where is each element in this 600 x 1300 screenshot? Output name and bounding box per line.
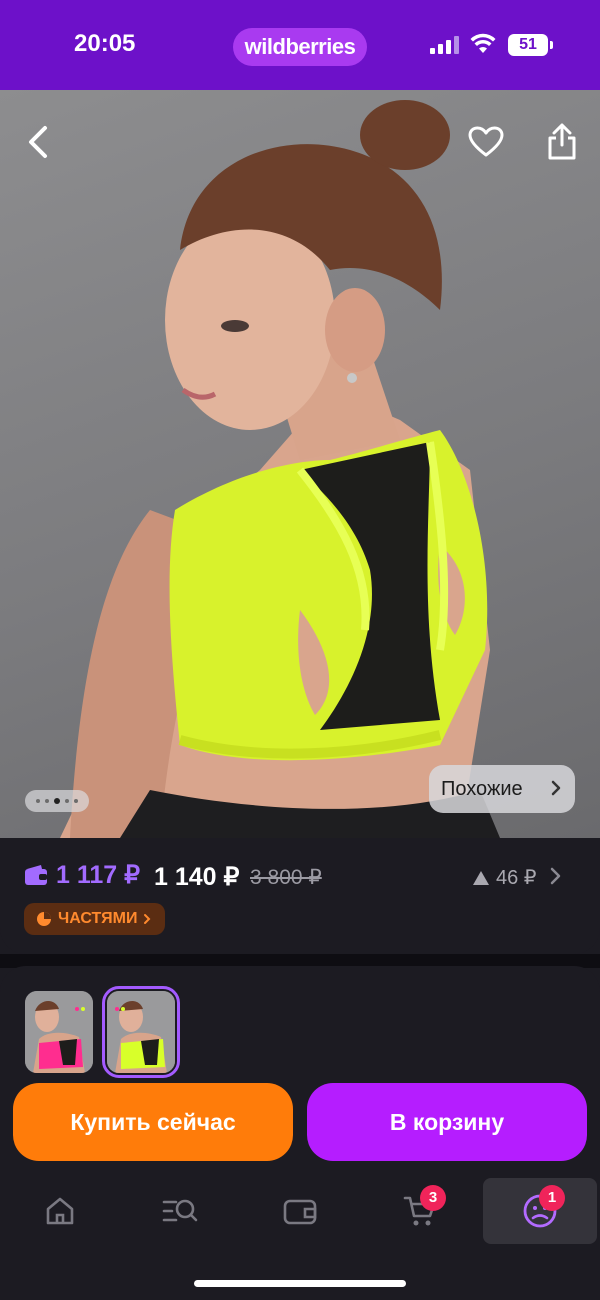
chevron-right-icon [144, 914, 151, 924]
catalog-search-icon [162, 1199, 198, 1222]
chevron-left-icon [29, 126, 47, 158]
signal-icon [430, 36, 460, 54]
wallet-icon [283, 1199, 317, 1225]
tab-wallet[interactable] [243, 1178, 357, 1244]
chevron-right-icon [551, 780, 561, 796]
gallery-pagination [25, 790, 89, 812]
profile-badge: 1 [539, 1185, 565, 1211]
old-price: 3 800 ₽ [250, 866, 322, 889]
similar-label: Похожие [441, 777, 523, 800]
wallet-price-value: 1 117 ₽ [56, 861, 141, 889]
pie-chart-icon [37, 912, 51, 926]
triangle-up-icon [473, 870, 489, 885]
home-icon [46, 1197, 74, 1225]
wifi-icon [470, 33, 496, 53]
add-to-cart-button[interactable]: В корзину [307, 1083, 587, 1161]
status-time: 20:05 [74, 30, 136, 57]
heart-icon [468, 126, 504, 157]
battery-icon: 51 [508, 34, 553, 56]
brand-logo: wildberries [233, 28, 367, 66]
variant-thumbnail-pink[interactable] [25, 991, 93, 1073]
back-button[interactable] [14, 118, 62, 166]
price-delta-value: 46 ₽ [496, 867, 537, 889]
installments-label: ЧАСТЯМИ [58, 910, 138, 927]
share-button[interactable] [538, 118, 586, 166]
share-icon [548, 123, 576, 160]
installments-badge[interactable]: ЧАСТЯМИ [24, 903, 166, 935]
wallet-price[interactable]: 1 117 ₽ [24, 860, 140, 890]
tab-home[interactable] [3, 1178, 117, 1244]
tab-cart[interactable]: 3 [363, 1178, 477, 1244]
product-gallery[interactable]: Похожие [0, 90, 600, 838]
current-price: 1 140 ₽ [154, 863, 240, 891]
cart-badge: 3 [420, 1185, 446, 1211]
similar-button[interactable]: Похожие [429, 765, 575, 813]
tab-catalog[interactable] [123, 1178, 237, 1244]
wallet-icon [25, 865, 47, 885]
product-photo [60, 100, 500, 838]
price-card: 1 117 ₽ 1 140 ₽ 3 800 ₽ 46 ₽ ЧАСТЯМИ [0, 838, 600, 954]
tab-profile[interactable]: 1 [483, 1178, 597, 1244]
favorite-button[interactable] [462, 118, 510, 166]
chevron-right-icon[interactable] [550, 867, 562, 885]
variant-thumbnail-lime[interactable] [102, 986, 180, 1078]
status-bar: 20:05 wildberries 51 [0, 0, 600, 90]
home-indicator [194, 1280, 406, 1287]
variant-image [25, 991, 93, 1073]
variant-image [107, 991, 175, 1073]
buy-now-button[interactable]: Купить сейчас [13, 1083, 293, 1161]
price-delta[interactable]: 46 ₽ [472, 865, 537, 890]
